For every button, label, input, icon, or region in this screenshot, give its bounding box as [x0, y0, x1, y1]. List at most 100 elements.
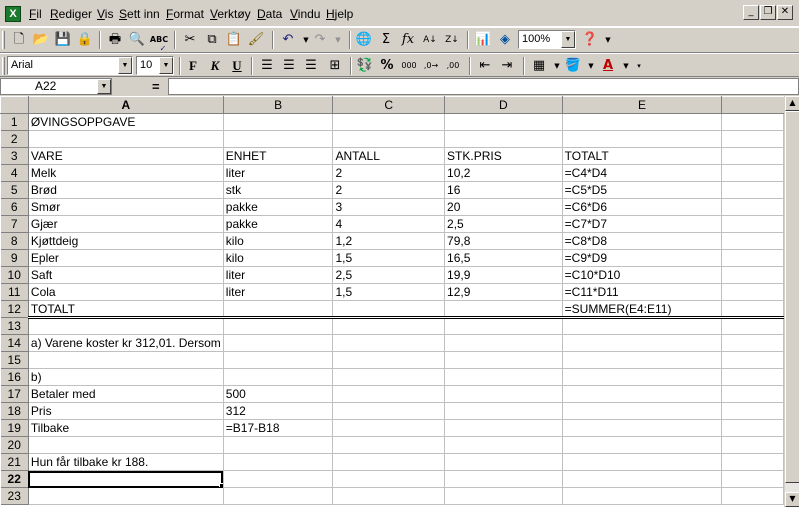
align-left-icon[interactable]: ☰: [256, 55, 278, 77]
cell-d17[interactable]: [444, 385, 563, 403]
cell-blank[interactable]: [721, 232, 784, 250]
cell-e2[interactable]: [562, 130, 723, 148]
cell-blank[interactable]: [721, 266, 784, 284]
scroll-down-icon[interactable]: ▼: [785, 492, 799, 507]
cell-b12[interactable]: [223, 300, 334, 319]
percent-icon[interactable]: %: [376, 55, 398, 77]
sort-ascending-icon[interactable]: A↓: [419, 29, 441, 51]
font-dropdown-icon[interactable]: ▼: [118, 57, 132, 74]
cell-a23[interactable]: [28, 487, 224, 505]
menu-window[interactable]: Vindu: [290, 7, 320, 21]
cell-blank[interactable]: [721, 385, 784, 403]
cell-d20[interactable]: [444, 436, 563, 454]
print-icon[interactable]: 🖶: [104, 29, 126, 51]
zoom-dropdown-icon[interactable]: ▼: [561, 31, 575, 48]
cell-a15[interactable]: [28, 351, 224, 369]
cell-b14[interactable]: [223, 334, 334, 352]
cell-a5[interactable]: Brød: [28, 181, 224, 199]
cell-a22[interactable]: [28, 470, 224, 488]
cell-c20[interactable]: [332, 436, 446, 454]
cell-a6[interactable]: Smør: [28, 198, 224, 216]
menu-format[interactable]: Format: [166, 7, 204, 21]
cell-d4[interactable]: 10,2: [444, 164, 563, 182]
cell-b4[interactable]: liter: [223, 164, 334, 182]
row-header[interactable]: 3: [0, 147, 29, 165]
cell-e21[interactable]: [562, 453, 723, 471]
cell-b19[interactable]: =B17-B18: [223, 419, 334, 437]
cell-c2[interactable]: [332, 130, 446, 148]
cell-blank[interactable]: [721, 368, 784, 386]
zoom-select[interactable]: 100% ▼: [518, 30, 576, 49]
cell-a2[interactable]: [28, 130, 224, 148]
cell-c7[interactable]: 4: [332, 215, 446, 233]
new-icon[interactable]: 🗋: [8, 29, 30, 51]
row-header[interactable]: 9: [0, 249, 29, 267]
cell-a18[interactable]: Pris: [28, 402, 224, 420]
cell-c16[interactable]: [332, 368, 446, 386]
merge-center-icon[interactable]: ⊞: [324, 55, 346, 77]
cell-d22[interactable]: [444, 470, 563, 488]
cell-e22[interactable]: [562, 470, 723, 488]
row-header[interactable]: 8: [0, 232, 29, 250]
cell-b9[interactable]: kilo: [223, 249, 334, 267]
cell-e15[interactable]: [562, 351, 723, 369]
cell-b22[interactable]: [223, 470, 334, 488]
font-size-select[interactable]: 10 ▼: [136, 56, 174, 75]
cell-b20[interactable]: [223, 436, 334, 454]
cell-a1[interactable]: ØVINGSOPPGAVE: [28, 113, 224, 131]
print-preview-icon[interactable]: 🔍: [126, 29, 148, 51]
function-icon[interactable]: fx: [397, 29, 419, 51]
cell-d21[interactable]: [444, 453, 563, 471]
cell-b5[interactable]: stk: [223, 181, 334, 199]
cell-e10[interactable]: =C10*D10: [562, 266, 723, 284]
cell-d5[interactable]: 16: [444, 181, 563, 199]
cell-d19[interactable]: [444, 419, 563, 437]
cell-c11[interactable]: 1,5: [332, 283, 446, 301]
restore-icon[interactable]: ❐: [760, 5, 776, 20]
formula-input[interactable]: [168, 78, 799, 95]
align-center-icon[interactable]: ☰: [278, 55, 300, 77]
row-header[interactable]: 10: [0, 266, 29, 284]
permission-icon[interactable]: 🔒: [74, 29, 96, 51]
align-right-icon[interactable]: ☰: [300, 55, 322, 77]
cell-b23[interactable]: [223, 487, 334, 505]
cell-e12[interactable]: =SUMMER(E4:E11): [562, 300, 723, 319]
italic-button[interactable]: K: [204, 55, 226, 77]
column-header-b[interactable]: B: [223, 96, 334, 114]
cell-d1[interactable]: [444, 113, 563, 131]
cell-blank[interactable]: [721, 419, 784, 437]
cell-d3[interactable]: STK.PRIS: [444, 147, 563, 165]
menu-data[interactable]: Data: [257, 7, 282, 21]
underline-button[interactable]: U: [226, 55, 248, 77]
cell-c14[interactable]: [332, 334, 446, 352]
cut-icon[interactable]: ✂: [179, 29, 201, 51]
row-header[interactable]: 23: [0, 487, 29, 505]
cell-c15[interactable]: [332, 351, 446, 369]
save-icon[interactable]: 💾: [52, 29, 74, 51]
toolbar-grip[interactable]: [2, 57, 5, 75]
cell-d18[interactable]: [444, 402, 563, 420]
cell-b2[interactable]: [223, 130, 334, 148]
menu-help[interactable]: Hjelp: [326, 7, 353, 21]
formula-equals-icon[interactable]: =: [152, 79, 160, 94]
cell-e19[interactable]: [562, 419, 723, 437]
row-header[interactable]: 11: [0, 283, 29, 301]
row-header[interactable]: 15: [0, 351, 29, 369]
row-header[interactable]: 18: [0, 402, 29, 420]
cell-e23[interactable]: [562, 487, 723, 505]
row-header[interactable]: 4: [0, 164, 29, 182]
cell-blank[interactable]: [721, 317, 784, 335]
cell-e17[interactable]: [562, 385, 723, 403]
hyperlink-icon[interactable]: 🌐: [353, 29, 375, 51]
decrease-indent-icon[interactable]: ⇤: [474, 55, 496, 77]
cell-c6[interactable]: 3: [332, 198, 446, 216]
cell-e1[interactable]: [562, 113, 723, 131]
row-header[interactable]: 19: [0, 419, 29, 437]
cell-e7[interactable]: =C7*D7: [562, 215, 723, 233]
cell-d2[interactable]: [444, 130, 563, 148]
cell-e18[interactable]: [562, 402, 723, 420]
currency-icon[interactable]: 💱: [354, 55, 376, 77]
cell-blank[interactable]: [721, 351, 784, 369]
excel-icon[interactable]: X: [5, 6, 21, 22]
cell-e20[interactable]: [562, 436, 723, 454]
